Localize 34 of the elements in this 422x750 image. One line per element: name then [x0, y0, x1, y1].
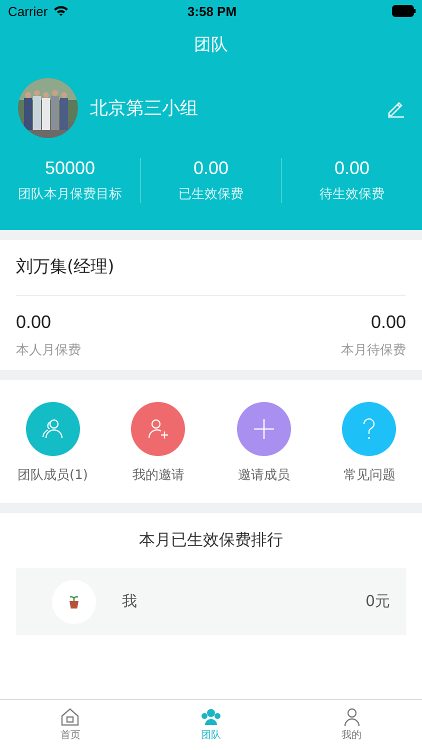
team-name: 北京第三小组: [90, 97, 199, 120]
manager-name: 刘万集(经理): [16, 240, 406, 296]
premium-value: 0.00: [370, 312, 406, 333]
action-label[interactable]: 我的邀请: [132, 466, 184, 484]
premium-label: 本月待保费: [341, 342, 406, 359]
ranking-title: 本月已生效保费排行: [139, 530, 283, 551]
premium-label: 本人月保费: [16, 342, 81, 359]
screen-title: 团队: [194, 34, 228, 56]
action-label[interactable]: 邀请成员: [238, 466, 290, 484]
stat-value: 0.00: [334, 158, 370, 179]
stat-label: 团队本月保费目标: [18, 186, 122, 203]
wifi-icon: [52, 5, 69, 17]
member-name: 我: [122, 592, 138, 611]
status-time: 3:58 PM: [187, 4, 237, 18]
tab-item[interactable]: 我的: [281, 700, 422, 750]
carrier-text: Carrier: [8, 4, 48, 18]
question-icon: [361, 417, 378, 441]
tab-item[interactable]: 首页: [0, 700, 141, 750]
premium-value: 0.00: [16, 312, 52, 333]
people-icon: [40, 417, 65, 441]
premium-amount: 0元: [365, 592, 390, 611]
home-icon: [60, 708, 80, 726]
battery-icon: [392, 5, 416, 17]
stat-label: 已生效保费: [178, 186, 244, 203]
action-label[interactable]: 常见问题: [343, 466, 396, 484]
plus-icon: [252, 418, 275, 440]
person-icon: [342, 708, 361, 726]
group-icon: [201, 708, 221, 726]
add-person-icon: [146, 417, 170, 441]
stat-value: 0.00: [193, 158, 229, 179]
stat-label: 待生效保费: [320, 186, 384, 203]
action-label[interactable]: 团队成员(1): [18, 466, 88, 484]
stat-value: 50000: [44, 158, 96, 179]
plant-pot-icon: [68, 594, 80, 608]
